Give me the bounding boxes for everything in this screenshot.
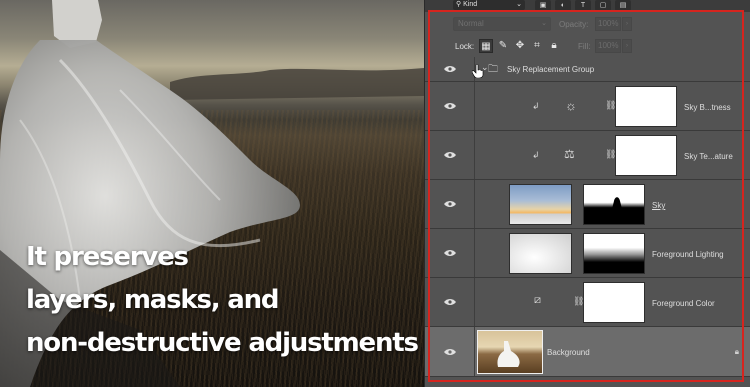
layer-mask-thumbnail[interactable] (583, 233, 645, 274)
clipping-arrow-icon: ↲ (532, 101, 540, 111)
caption-line-2: layers, masks, and (26, 285, 280, 315)
layer-mask-thumbnail[interactable] (615, 86, 677, 127)
lock-artboard-icon[interactable]: ⌗ (530, 39, 544, 53)
visibility-eye-icon[interactable] (425, 278, 475, 326)
chevron-down-icon: ⌄ (541, 20, 547, 27)
lock-all-icon[interactable]: 🔒︎ (547, 39, 561, 53)
layer-thumbnail[interactable] (477, 330, 543, 374)
layer-name: Sky Replacement Group (507, 65, 595, 74)
layer-mask-thumbnail[interactable] (615, 135, 677, 176)
blend-mode-value: Normal (458, 19, 484, 28)
visibility-eye-icon[interactable] (425, 82, 475, 130)
fill-field[interactable]: 100% (595, 39, 621, 53)
layer-row-sky-brightness[interactable]: ↲ ☼ ⛓︎ Sky B...tness (425, 82, 750, 131)
lock-transparent-icon[interactable]: ▦ (479, 39, 493, 53)
blend-bar: Normal ⌄ Opacity: 100% › (425, 13, 750, 34)
visibility-eye-icon[interactable] (425, 229, 475, 277)
filter-kind-label: Kind (463, 1, 478, 8)
visibility-eye-icon[interactable] (425, 327, 475, 376)
caption-line-1: It preserves (26, 242, 189, 272)
lock-bar: Lock: ▦ ✎ ✥ ⌗ 🔒︎ Fill: 100% › (425, 35, 750, 57)
layer-name: Sky (652, 201, 666, 210)
layer-row-sky[interactable]: Sky (425, 180, 750, 229)
layer-mask-thumbnail[interactable] (583, 184, 645, 225)
clipping-arrow-icon: ↲ (532, 150, 540, 160)
blend-mode-select[interactable]: Normal ⌄ (453, 17, 551, 31)
filter-adjustment-icon[interactable]: ◐ (555, 0, 571, 11)
hand-cursor-icon (472, 64, 484, 78)
layers-list: ⌄ 🗀︎ Sky Replacement Group ↲ ☼ ⛓︎ Sky B.… (425, 57, 750, 377)
layer-row-background[interactable]: Background 🔒︎ (425, 327, 750, 377)
layer-mask-thumbnail[interactable] (583, 282, 645, 323)
filter-type-icon[interactable]: T (575, 0, 591, 11)
lock-brush-icon[interactable]: ✎ (496, 39, 510, 53)
layer-filter-bar: ⚲ Kind ⌄ ▣ ◐ T ▢ ▤ (425, 0, 750, 12)
photo-canvas: It preserves layers, masks, and non-dest… (0, 0, 424, 387)
filter-shape-icon[interactable]: ▢ (595, 0, 611, 11)
fill-dropdown-icon[interactable]: › (622, 39, 632, 53)
filter-smart-object-icon[interactable]: ▤ (615, 0, 631, 11)
layer-name: Foreground Lighting (652, 250, 724, 259)
layer-name: Sky B...tness (684, 103, 731, 112)
layer-row-foreground-color[interactable]: ⧄ ⛓︎ Foreground Color (425, 278, 750, 327)
lock-icon[interactable]: 🔒︎ (735, 347, 739, 357)
visibility-eye-icon[interactable] (425, 57, 475, 81)
layer-name: Sky Te...ature (684, 152, 733, 161)
caption-line-3: non-destructive adjustments (26, 328, 419, 358)
balance-icon: ⚖︎ (564, 147, 575, 161)
search-icon: ⚲ (456, 1, 462, 8)
visibility-eye-icon[interactable] (425, 180, 475, 228)
opacity-label: Opacity: (559, 20, 589, 29)
layer-row-sky-temperature[interactable]: ↲ ⚖︎ ⛓︎ Sky Te...ature (425, 131, 750, 180)
opacity-field[interactable]: 100% (595, 17, 621, 31)
opacity-dropdown-icon[interactable]: › (622, 17, 632, 31)
caption: It preserves layers, masks, and non-dest… (26, 236, 424, 365)
layer-name: Background (547, 348, 590, 357)
chevron-down-icon: ⌄ (516, 1, 522, 8)
brightness-icon: ☼ (565, 98, 577, 113)
lock-move-icon[interactable]: ✥ (513, 39, 527, 53)
layer-name: Foreground Color (652, 299, 715, 308)
layer-thumbnail[interactable] (509, 184, 572, 225)
folder-icon: 🗀︎ (488, 64, 498, 75)
visibility-eye-icon[interactable] (425, 131, 475, 179)
lock-label: Lock: (455, 42, 475, 51)
layer-thumbnail[interactable] (509, 233, 572, 274)
filter-pixel-icon[interactable]: ▣ (535, 0, 551, 11)
filter-kind-select[interactable]: ⚲ Kind ⌄ (453, 0, 525, 10)
layer-row-foreground-lighting[interactable]: Foreground Lighting (425, 229, 750, 278)
fill-label: Fill: (578, 42, 591, 51)
layers-panel: ⚲ Kind ⌄ ▣ ◐ T ▢ ▤ Normal ⌄ Opacity: 100… (424, 0, 750, 387)
gradient-fill-icon: ⧄ (534, 294, 541, 306)
